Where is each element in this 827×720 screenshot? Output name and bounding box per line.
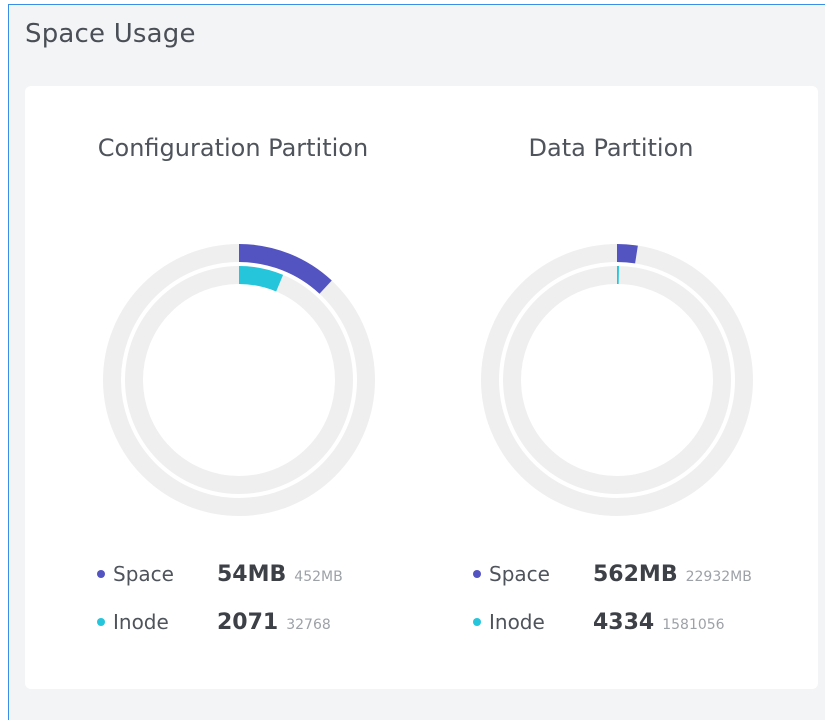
partitions-card: Configuration Partition Data Partition S… <box>25 86 818 689</box>
legend-total-value: 1581056 <box>662 617 724 633</box>
donut-charts <box>25 86 818 689</box>
donut-track-inode <box>512 275 722 485</box>
legend-total-value: 32768 <box>286 617 331 633</box>
donut-track-space <box>112 253 366 507</box>
donut-track-inode <box>134 275 344 485</box>
legend-row-config-inode: Inode 2071 32768 <box>97 610 331 640</box>
legend-row-config-space: Space 54MB 452MB <box>97 562 343 592</box>
legend-name: Inode <box>489 610 593 634</box>
legend-used-value: 4334 <box>593 610 654 635</box>
donut-arc-inode[interactable] <box>239 275 280 283</box>
legend-total-value: 452MB <box>294 569 342 585</box>
space-usage-panel: Space Usage Configuration Partition Data… <box>8 4 825 720</box>
donut-configuration-partition <box>112 253 366 507</box>
legend-name: Space <box>113 562 217 586</box>
donut-track-space <box>490 253 744 507</box>
donut-arc-space[interactable] <box>617 253 636 255</box>
panel-title: Space Usage <box>25 19 196 49</box>
legend-row-data-space: Space 562MB 22932MB <box>473 562 752 592</box>
legend-row-data-inode: Inode 4334 1581056 <box>473 610 725 640</box>
space-series-dot <box>473 570 481 578</box>
legend-used-value: 562MB <box>593 562 678 587</box>
space-series-dot <box>97 570 105 578</box>
legend-used-value: 54MB <box>217 562 286 587</box>
inode-series-dot <box>473 618 481 626</box>
legend-used-value: 2071 <box>217 610 278 635</box>
inode-series-dot <box>97 618 105 626</box>
legend-name: Inode <box>113 610 217 634</box>
donut-data-partition <box>490 253 744 507</box>
legend-total-value: 22932MB <box>686 569 752 585</box>
legend-name: Space <box>489 562 593 586</box>
